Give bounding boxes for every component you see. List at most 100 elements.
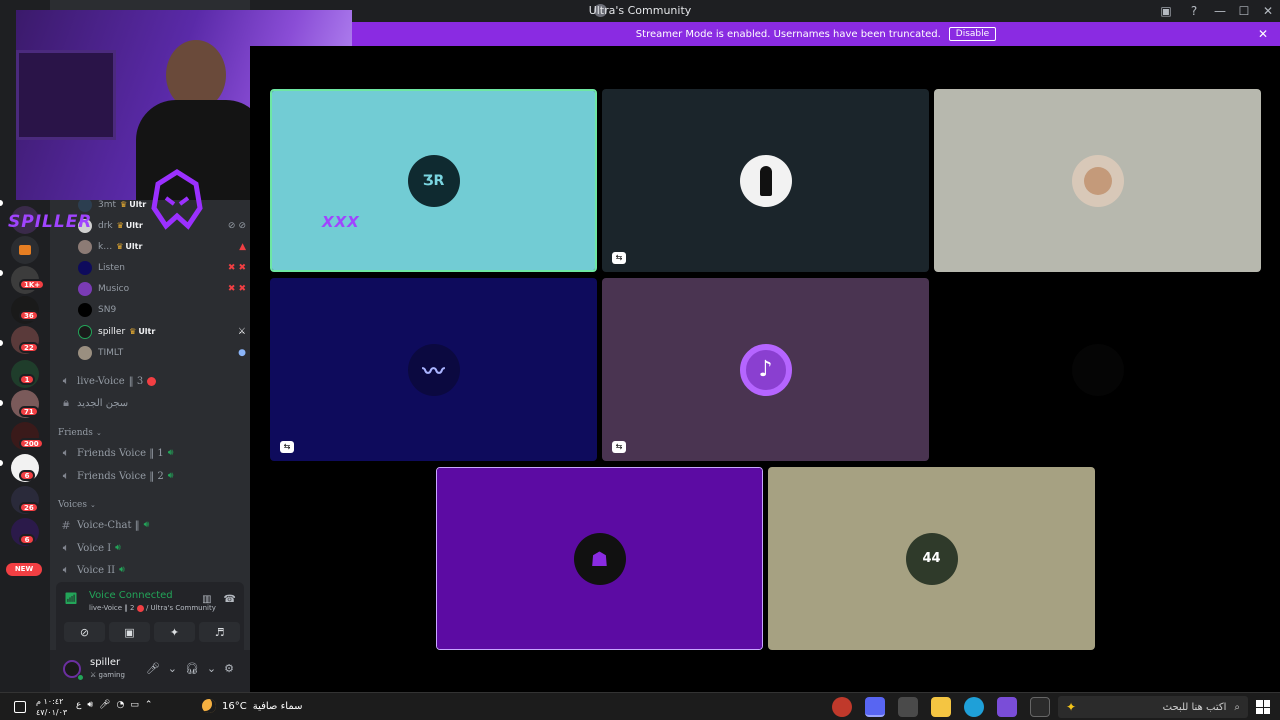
participant-tile[interactable]	[934, 278, 1261, 461]
lock-icon: 🔒︎	[63, 396, 69, 409]
channel-jail[interactable]: 🔒︎ سجن الجديد	[58, 393, 246, 413]
chevron-down-icon[interactable]: ⌄	[168, 662, 177, 675]
language-indicator[interactable]: ع	[76, 700, 81, 710]
category-voices[interactable]: Voices ⌄	[58, 500, 96, 510]
screen-share-button[interactable]: ▣	[109, 622, 150, 642]
channel-voice-1[interactable]: 🔈︎ Voice I 🔊︎	[58, 538, 246, 558]
store-icon[interactable]	[898, 697, 918, 717]
app-icon[interactable]	[832, 697, 852, 717]
participant-tile[interactable]: ƷR XXX	[270, 89, 597, 272]
maximize-button[interactable]: ☐	[1232, 0, 1256, 22]
noise-suppression-icon[interactable]: ▥	[202, 594, 211, 605]
chevron-up-icon[interactable]: ⌃	[145, 700, 153, 710]
weather-text: سماء صافية	[252, 700, 303, 712]
inbox-icon[interactable]: ▣	[1152, 0, 1180, 22]
speaker-icon: 🔈︎	[62, 469, 70, 482]
voice-user[interactable]: spiller Ultr ⚔	[78, 322, 246, 341]
activities-button[interactable]: ✦	[154, 622, 195, 642]
channel-live-voice[interactable]: 🔈︎ live-Voice ‖ 3	[58, 371, 246, 391]
participant-avatar	[1071, 343, 1124, 396]
channel-name: سجن الجديد	[77, 397, 129, 409]
user-status-text: ⚔ gaming	[90, 671, 125, 679]
file-explorer-icon[interactable]	[931, 697, 951, 717]
moon-icon	[202, 699, 216, 713]
voice-connected-panel: 📶︎ Voice Connected live-Voice ‖ 2 / Ultr…	[56, 582, 244, 650]
copilot-icon[interactable]	[997, 697, 1017, 717]
edge-icon[interactable]	[964, 697, 984, 717]
voice-channel-info[interactable]: live-Voice ‖ 2 / Ultra's Community	[89, 604, 216, 612]
voice-user-name: 3mt	[98, 199, 117, 210]
participant-tile[interactable]: 44	[768, 467, 1095, 650]
voice-user[interactable]: SN9	[78, 300, 246, 319]
clock[interactable]: ١٠:٤٢ م ٤٧/٠١/٠٣	[36, 696, 67, 718]
speaker-icon: 🔈︎	[62, 541, 70, 554]
chevron-down-icon[interactable]: ⌄	[207, 662, 216, 675]
participant-avatar: ♪	[739, 343, 792, 396]
voice-user-name: spiller	[98, 326, 126, 337]
close-window-button[interactable]: ✕	[1256, 0, 1280, 22]
participant-tile[interactable]: 〰 ⇆	[270, 278, 597, 461]
soundboard-button[interactable]: ♬	[199, 622, 240, 642]
voice-user-name: Listen	[98, 262, 125, 273]
disable-streamer-mode-button[interactable]: Disable	[948, 27, 997, 41]
speaker-icon: 🔈︎	[62, 563, 70, 576]
voice-user[interactable]: k… Ultr ▲	[78, 237, 246, 256]
volume-icon: 🔊︎	[167, 448, 174, 458]
task-view-icon[interactable]	[1030, 697, 1050, 717]
close-banner-icon[interactable]: ✕	[1258, 27, 1268, 41]
category-name: Voices	[58, 500, 87, 510]
participant-tile[interactable]: ☗	[436, 467, 763, 650]
server-badge: 71	[19, 406, 39, 417]
volume-icon: 🔊︎	[167, 471, 174, 481]
channel-voice-chat[interactable]: # Voice-Chat ‖ 🔊︎	[58, 515, 246, 535]
participant-avatar	[1071, 154, 1124, 207]
headset-muted-icon: ✖	[238, 262, 246, 273]
participant-tile[interactable]: ⇆	[602, 89, 929, 272]
clock-date: ٤٧/٠١/٠٣	[36, 708, 68, 717]
live-indicator	[136, 604, 144, 612]
monitor-image	[16, 50, 116, 140]
role-tag: Ultr	[116, 242, 142, 251]
settings-gear-icon[interactable]: ⚙	[224, 662, 234, 675]
mic-muted-icon: ✖	[227, 283, 236, 294]
channel-friends-voice-1[interactable]: 🔈︎ Friends Voice ‖ 1 🔊︎	[58, 443, 246, 463]
windows-taskbar: ١٠:٤٢ م ٤٧/٠١/٠٣ ع 🔊︎ 🎤︎ ◔ ▭ ⌃ 16°C سماء…	[0, 692, 1280, 720]
voice-user[interactable]: Listen ✖ ✖	[78, 258, 246, 277]
server-badge: 1	[19, 374, 35, 385]
channel-name: Voice-Chat ‖	[77, 519, 140, 531]
microphone-icon[interactable]: 🎤︎	[99, 700, 110, 710]
wifi-icon[interactable]: ◔	[116, 700, 124, 710]
voice-user-name: SN9	[98, 304, 117, 315]
notification-icon[interactable]	[14, 701, 26, 713]
camera-off-button[interactable]: ⊘	[64, 622, 105, 642]
channel-name: live-Voice	[77, 375, 125, 387]
activities-icon: ✦	[169, 625, 180, 639]
battery-icon[interactable]: ▭	[130, 700, 139, 710]
taskbar-search[interactable]: ✦ اكتب هنا للبحث ⌕	[1058, 696, 1248, 718]
disconnect-icon[interactable]: ☎	[224, 594, 236, 605]
participant-tile[interactable]	[934, 89, 1261, 272]
avatar	[78, 302, 92, 317]
voice-user[interactable]: Musico ✖ ✖	[78, 279, 246, 298]
microphone-icon[interactable]: 🎤︎	[146, 662, 160, 675]
channel-friends-voice-2[interactable]: 🔈︎ Friends Voice ‖ 2 🔊︎	[58, 466, 246, 486]
voice-user[interactable]: TIMLT ●	[78, 343, 246, 362]
signal-icon[interactable]: 📶︎	[64, 592, 78, 605]
folder-icon[interactable]	[11, 236, 39, 264]
participant-tile[interactable]: ♪ ⇆	[602, 278, 929, 461]
windows-start-icon[interactable]	[1256, 700, 1270, 714]
volume-icon[interactable]: 🔊︎	[87, 700, 93, 710]
banner-message: Streamer Mode is enabled. Usernames have…	[635, 28, 941, 40]
category-friends[interactable]: Friends ⌄	[58, 428, 102, 438]
weather-widget[interactable]: 16°C سماء صافية	[202, 699, 303, 713]
user-name[interactable]: spiller	[90, 657, 120, 668]
voice-server-name: / Ultra's Community	[145, 604, 216, 612]
live-indicator	[147, 376, 157, 386]
help-icon[interactable]: ?	[1180, 0, 1208, 22]
minimize-button[interactable]: —	[1208, 0, 1232, 22]
screen-share-icon: ▣	[124, 625, 135, 639]
brand-overlay-text: SPILLER	[8, 212, 93, 232]
discord-taskbar-icon[interactable]	[865, 697, 885, 717]
channel-voice-2[interactable]: 🔈︎ Voice II 🔊︎	[58, 560, 246, 580]
headphones-icon[interactable]: 🎧︎	[185, 662, 199, 675]
